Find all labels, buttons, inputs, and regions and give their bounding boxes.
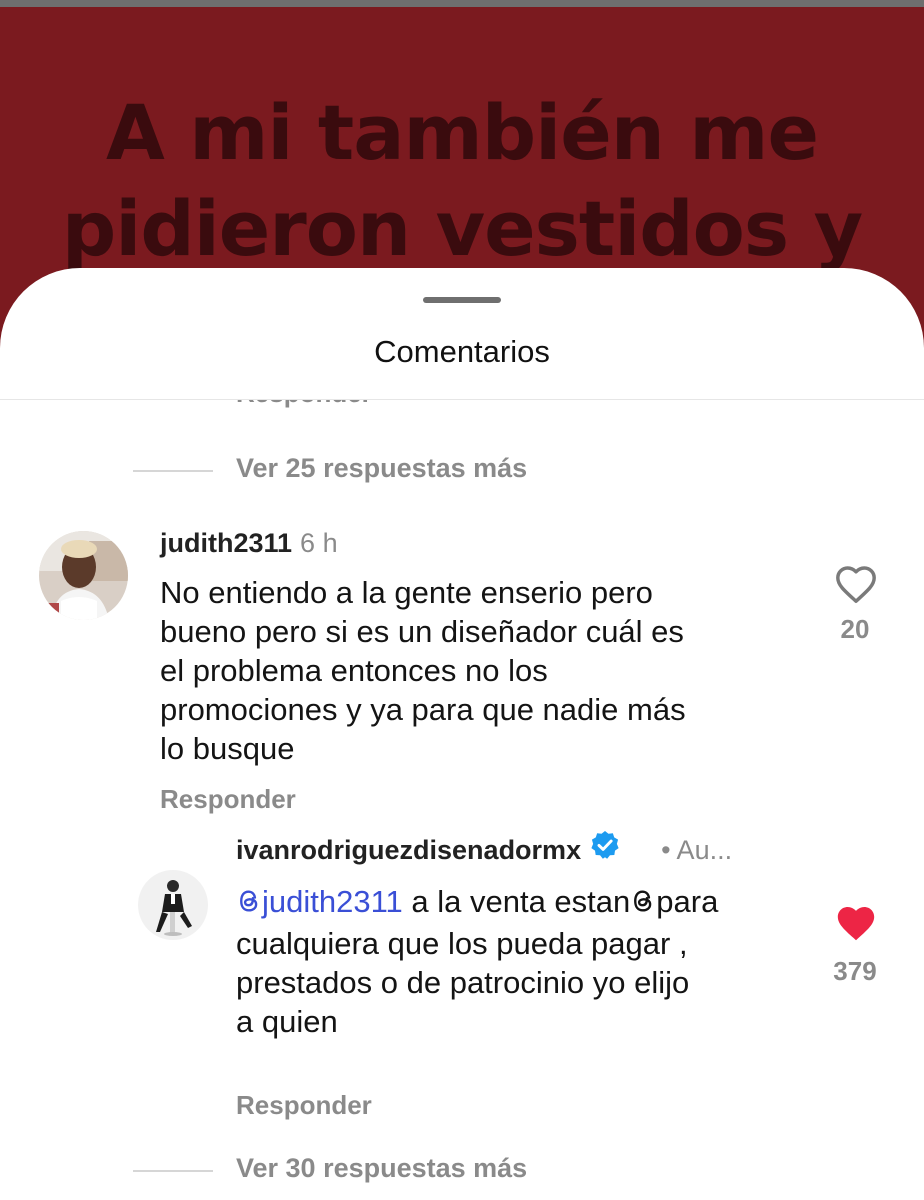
replies-line [133, 470, 213, 472]
comment-time: 6 h [300, 528, 338, 558]
view-more-replies-button[interactable]: Ver 30 respuestas más [236, 1153, 527, 1184]
like-count: 20 [840, 614, 870, 644]
comment-text: No entiendo a la gente enserio pero buen… [160, 573, 800, 768]
threads-icon [630, 885, 656, 924]
reply-text-first: a la venta estan [402, 884, 631, 919]
avatar-judith2311[interactable] [39, 531, 128, 620]
post-caption: A mi también me pidieron vestidos y [0, 85, 924, 277]
reply-text: judith2311 a la venta estan para cualquie… [236, 882, 816, 1041]
status-strip [0, 0, 924, 7]
reply-text-line: prestados o de patrocinio yo elijo [236, 965, 690, 1000]
reply-header: ivanrodriguezdisenadormx • Au... [236, 831, 733, 868]
reply-text-after-icon: para [656, 884, 719, 919]
reply-text-line: cualquiera que los pueda pagar , [236, 926, 688, 961]
comment-text-line: No entiendo a la gente enserio pero [160, 575, 653, 610]
threads-icon [236, 885, 262, 924]
author-tag: • Au... [661, 835, 733, 865]
comment-header: judith2311 6 h [160, 528, 338, 559]
avatar-ivanrodriguezdisenadormx[interactable] [138, 870, 208, 940]
reply-text-line-1: judith2311 a la venta estan para [236, 882, 816, 924]
reply-text-line: a quien [236, 1004, 338, 1039]
comment-text-line: el problema entonces no los [160, 653, 548, 688]
post-caption-line-1: A mi también me [105, 88, 819, 177]
sheet-title: Comentarios [374, 334, 550, 369]
reply-button-partial[interactable]: Responder [236, 400, 372, 409]
verified-badge-icon [589, 829, 621, 868]
reply-username[interactable]: ivanrodriguezdisenadormx [236, 835, 581, 865]
comments-sheet: Comentarios Responder Ver 25 respuestas … [0, 268, 924, 1200]
comment-text-line: bueno pero si es un diseñador cuál es [160, 614, 684, 649]
reply-button[interactable]: Responder [236, 1090, 372, 1121]
reply-button[interactable]: Responder [160, 784, 296, 815]
comments-list[interactable]: Responder Ver 25 respuestas más judith23… [0, 400, 924, 1200]
view-more-replies-row-top[interactable]: Ver 25 respuestas más [0, 450, 924, 490]
heart-outline-icon[interactable] [834, 564, 878, 604]
post-caption-line-2: pidieron vestidos y [61, 184, 863, 273]
heart-filled-icon[interactable] [834, 903, 878, 943]
view-more-replies-row-bottom[interactable]: Ver 30 respuestas más [0, 1150, 924, 1190]
comment-text-line: promociones y ya para que nadie más [160, 692, 686, 727]
comment-text-line: lo busque [160, 731, 295, 766]
view-more-replies-button[interactable]: Ver 25 respuestas más [236, 453, 527, 484]
replies-line [133, 1170, 213, 1172]
mention-link[interactable]: judith2311 [262, 884, 403, 919]
comment-username[interactable]: judith2311 [160, 528, 292, 558]
like-count: 379 [833, 956, 877, 986]
sheet-drag-handle[interactable] [423, 297, 501, 303]
